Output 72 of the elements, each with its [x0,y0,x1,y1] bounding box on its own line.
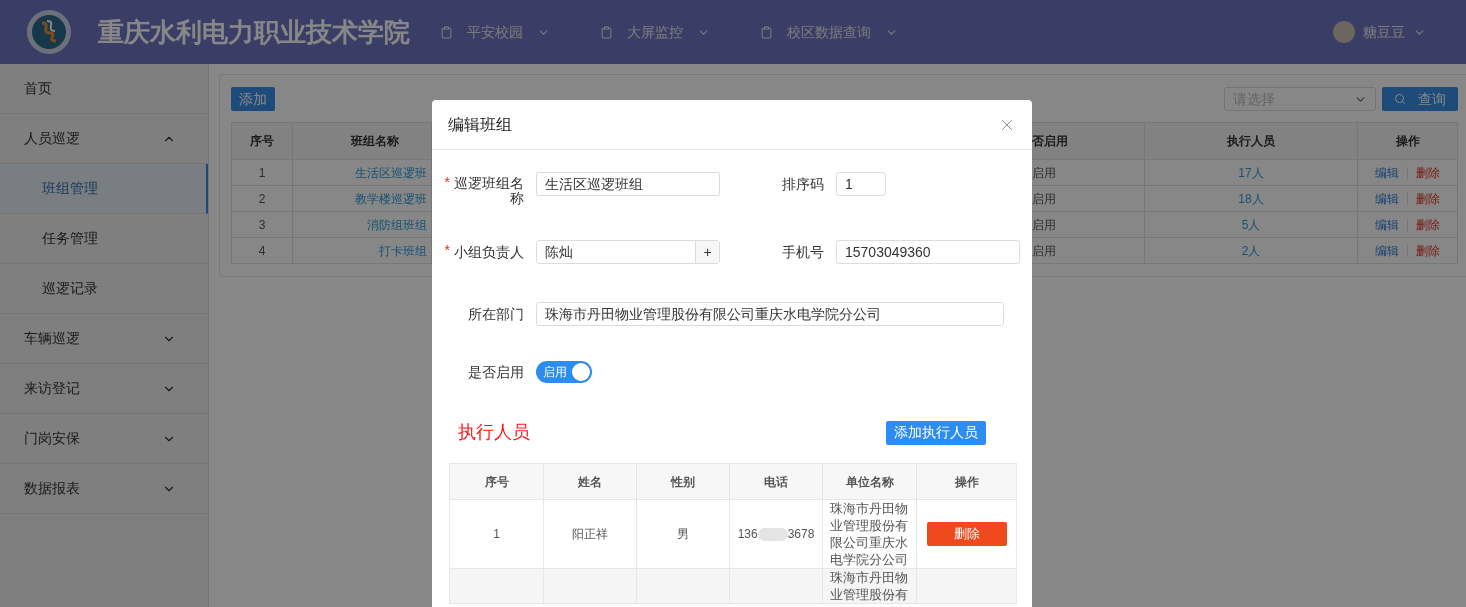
table-cell-text: 启用 [1032,216,1056,234]
add-button[interactable]: 添加 [231,87,275,111]
search-icon [1394,93,1406,105]
team-name-link[interactable]: 消防组班组 [367,215,427,234]
text-field[interactable]: 15703049360 [836,240,1020,264]
column-header: 操作 [1358,123,1458,160]
table-cell-text: 启用 [1032,164,1056,182]
table-cell-text: 阳正祥 [572,526,608,543]
member-count-link[interactable]: 2人 [1241,241,1261,260]
nav-menu[interactable]: 校区数据查询 [760,21,898,43]
school-title: 重庆水利电力职业技术学院 [98,15,410,49]
sidebar-item[interactable]: 数据报表 [0,464,208,514]
column-header: 执行人员 [1145,123,1358,160]
table-cell-text: 1 [493,526,500,543]
table-cell: 珠海市丹田物业管理股份有限公司重庆水电学院分公司 [830,500,909,568]
clipboard-icon [600,25,613,39]
column-header: 班组名称 [293,123,432,160]
column-header: 序号 [232,123,293,160]
table-cell: 2 [232,186,293,212]
text-field[interactable]: 生活区巡逻班组 [536,172,720,196]
table-cell: 1 [232,160,293,186]
add-member-button[interactable]: 添加执行人员 [886,420,986,445]
clipboard-icon [440,25,453,39]
required-asterisk: * [444,173,450,192]
team-name-link[interactable]: 生活区巡逻班 [355,163,427,182]
sidebar-item[interactable]: 首页 [0,64,208,114]
text-field[interactable]: 1 [836,172,886,196]
school-logo [26,9,72,55]
clipboard-icon [760,25,773,39]
delete-link[interactable]: 删除 [1416,241,1440,260]
query-button[interactable]: 查询 [1382,87,1458,111]
sidebar-item[interactable]: 来访登记 [0,364,208,414]
field-label: 小组负责人 [454,243,524,262]
delete-button[interactable]: 删除 [926,522,1007,546]
edit-link[interactable]: 编辑 [1375,163,1399,182]
enable-switch[interactable]: 启用 [536,361,592,383]
dialog-title: 编辑班组 [448,114,512,135]
delete-link[interactable]: 删除 [1416,215,1440,234]
table-cell-text: 启用 [1032,190,1056,208]
delete-link[interactable]: 删除 [1416,189,1440,208]
sidebar-item[interactable]: 门岗安保 [0,414,208,464]
table-cell: 3 [232,212,293,238]
required-asterisk: * [444,241,450,260]
field-label: 巡逻班组名称 [454,176,524,206]
redaction-blur [757,527,788,541]
nav-menu[interactable]: 大屏监控 [600,21,710,43]
user-name[interactable]: 糖豆豆 [1363,21,1405,43]
edit-link[interactable]: 编辑 [1375,241,1399,260]
field-label: 排序码 [782,175,824,194]
phone-number-part: 136 [737,526,758,543]
field-label: 手机号 [782,243,824,262]
team-name-link[interactable]: 打卡班组 [379,241,427,260]
text-field[interactable]: 珠海市丹田物业管理股份有限公司重庆水电学院分公司 [536,302,1004,326]
member-count-link[interactable]: 5人 [1241,215,1261,234]
field-label: 所在部门 [468,305,524,324]
section-title: 执行人员 [458,421,530,444]
table-cell-text: 启用 [1032,242,1056,260]
edit-link[interactable]: 编辑 [1375,215,1399,234]
member-count-link[interactable]: 18人 [1238,189,1264,208]
table-cell: 4 [232,238,293,264]
table-cell-text: 男 [677,526,689,543]
table-cell: 珠海市丹田物业管理股份有 [830,569,909,603]
sidebar-subitem[interactable]: 班组管理 [0,164,208,214]
team-name-link[interactable]: 教学楼巡逻班 [355,189,427,208]
edit-link[interactable]: 编辑 [1375,189,1399,208]
member-count-link[interactable]: 17人 [1238,163,1264,182]
phone-number-part: 3678 [787,526,815,543]
user-avatar [1333,21,1355,43]
field-label: 是否启用 [467,362,525,382]
column-header: 否启用 [1032,133,1068,150]
delete-link[interactable]: 删除 [1416,163,1440,182]
sidebar-item[interactable]: 车辆巡逻 [0,314,208,364]
